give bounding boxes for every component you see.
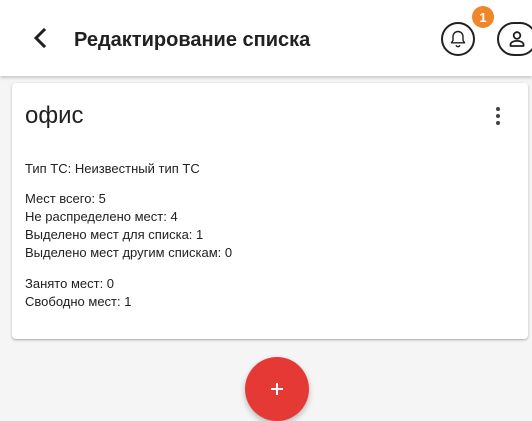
plus-icon — [271, 383, 283, 395]
card-menu-button[interactable] — [488, 103, 508, 129]
seats-unassigned: Не распределено мест: 4 — [25, 209, 178, 224]
back-button[interactable] — [26, 24, 54, 52]
add-button[interactable] — [245, 357, 309, 421]
app-header: Редактирование списка 1 — [0, 0, 532, 76]
seats-other-lists: Выделено мест другим спискам: 0 — [25, 245, 233, 260]
chevron-left-icon — [33, 27, 47, 49]
seats-free: Свободно мест: 1 — [25, 294, 132, 309]
page-title: Редактирование списка — [74, 29, 311, 51]
more-vertical-icon — [496, 107, 500, 111]
seats-for-list: Выделено мест для списка: 1 — [25, 227, 204, 242]
seats-occupied: Занято мест: 0 — [25, 276, 115, 291]
seats-total: Мест всего: 5 — [25, 191, 106, 206]
user-button[interactable] — [497, 22, 532, 56]
user-icon — [509, 31, 525, 47]
vehicle-type: Тип ТС: Неизвестный тип ТС — [25, 161, 200, 176]
notifications-button[interactable] — [441, 22, 475, 56]
list-name: офис — [25, 102, 84, 129]
notification-badge: 1 — [472, 6, 494, 28]
more-vertical-icon — [496, 114, 500, 118]
more-vertical-icon — [496, 121, 500, 125]
list-card: офис Тип ТС: Неизвестный тип ТС Мест все… — [12, 83, 528, 339]
bell-icon — [450, 30, 466, 48]
